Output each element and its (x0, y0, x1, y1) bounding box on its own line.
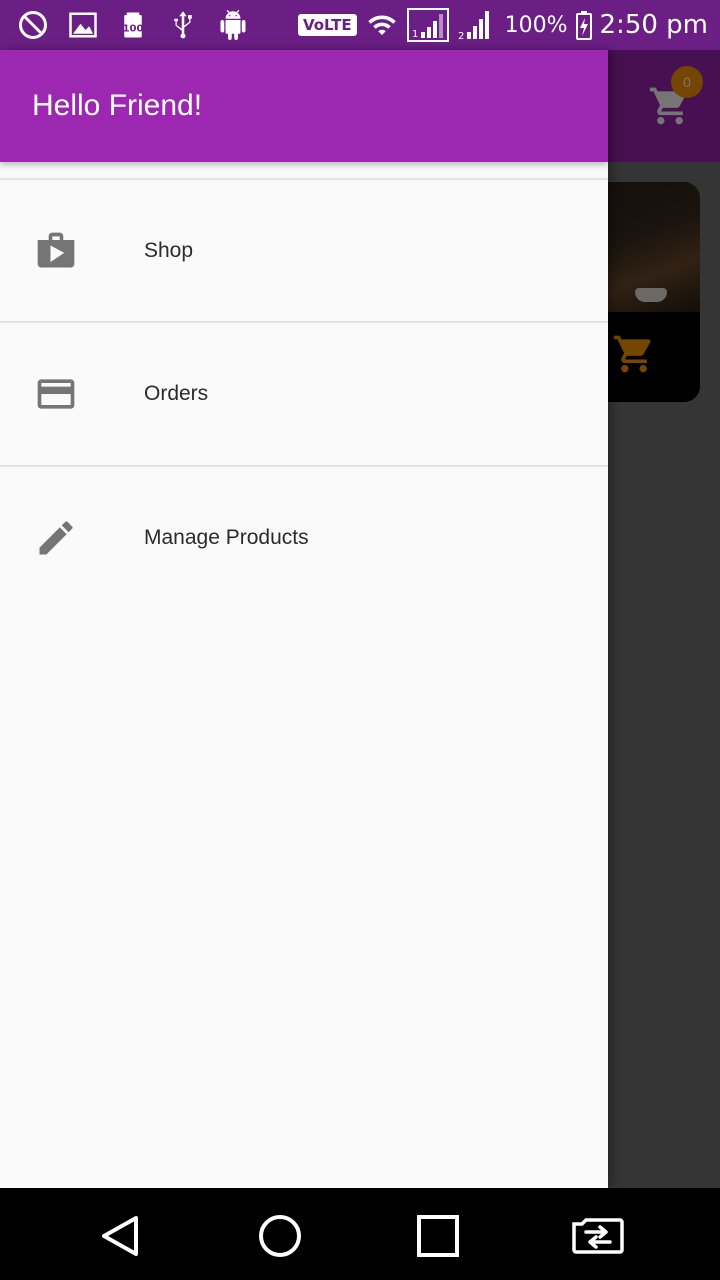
drawer-item-label: Manage Products (144, 526, 309, 549)
drawer-item-shop[interactable]: Shop (0, 180, 608, 322)
volte-badge: VoLTE (297, 14, 357, 36)
svg-text:100: 100 (123, 23, 144, 34)
svg-text:2: 2 (458, 31, 464, 42)
signal-sim1-icon: 1 (406, 8, 449, 42)
signal-sim2-icon: 2 (458, 11, 489, 42)
clock: 2:50 pm (599, 10, 708, 40)
drawer-item-label: Orders (144, 382, 209, 405)
edit-icon (32, 514, 80, 562)
back-icon[interactable] (92, 1208, 148, 1264)
credit-card-icon (32, 370, 80, 418)
wifi-icon (367, 15, 396, 35)
drawer-title: Hello Friend! (32, 89, 203, 122)
home-icon[interactable] (252, 1208, 308, 1264)
navigation-drawer: Hello Friend! Shop Orders Manage Product… (0, 50, 608, 1188)
battery-percent: 100% (504, 12, 568, 38)
android-icon (220, 10, 246, 40)
battery-charging-icon (575, 11, 592, 40)
battery-100-icon: 100 (123, 12, 144, 38)
drawer-item-label: Shop (144, 239, 194, 262)
usb-icon (174, 11, 192, 39)
drawer-header: Hello Friend! (0, 50, 608, 162)
svg-text:1: 1 (412, 29, 418, 40)
image-icon (69, 12, 97, 38)
shop-icon (32, 227, 80, 275)
recents-icon[interactable] (410, 1208, 466, 1264)
switch-sim-icon[interactable] (570, 1208, 626, 1264)
do-not-disturb-icon (19, 11, 47, 39)
drawer-item-manage-products[interactable]: Manage Products (0, 467, 608, 609)
status-bar: 100 VoLTE 1 2 100% 2:50 pm (0, 0, 720, 50)
navigation-bar (0, 1188, 720, 1280)
drawer-item-orders[interactable]: Orders (0, 323, 608, 465)
